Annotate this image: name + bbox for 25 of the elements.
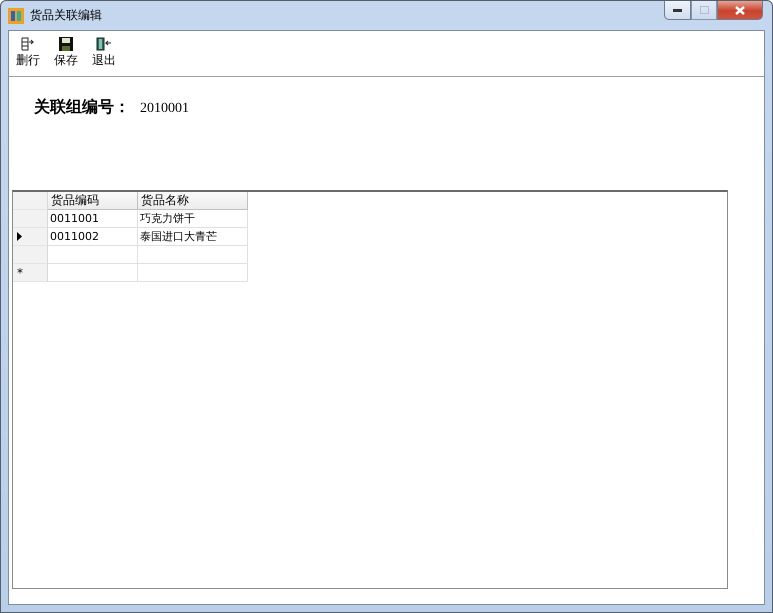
row-header[interactable]: [13, 228, 48, 246]
table-cell: 巧克力饼干: [138, 210, 248, 228]
toolbar-button[interactable]: 保存: [52, 37, 80, 76]
toolbar-button[interactable]: 删行: [14, 37, 42, 76]
new-row-marker: *: [17, 266, 23, 280]
group-number-label: 关联组编号：: [34, 97, 130, 118]
table-cell: 0011001: [48, 210, 138, 228]
minimize-icon: [673, 8, 682, 12]
window-title: 货品关联编辑: [30, 7, 102, 24]
rows-arrow-icon: [20, 37, 36, 51]
toolbar-button[interactable]: 退出: [90, 37, 118, 76]
app-icon: [8, 8, 24, 24]
column-header[interactable]: 货品编码: [48, 192, 138, 210]
door-arrow-icon: [96, 37, 112, 51]
maximize-icon: [700, 6, 708, 14]
table-cell: 泰国进口大青芒: [138, 228, 248, 246]
close-icon: [735, 6, 745, 14]
table-cell: 0011002: [48, 228, 138, 246]
current-row-icon: [17, 232, 22, 241]
row-header[interactable]: *: [13, 264, 48, 282]
group-number-value: 2010001: [140, 101, 189, 117]
minimize-button[interactable]: [664, 1, 691, 20]
column-header[interactable]: 货品名称: [138, 192, 248, 210]
corner-header: [13, 192, 48, 210]
close-button[interactable]: [717, 1, 763, 20]
